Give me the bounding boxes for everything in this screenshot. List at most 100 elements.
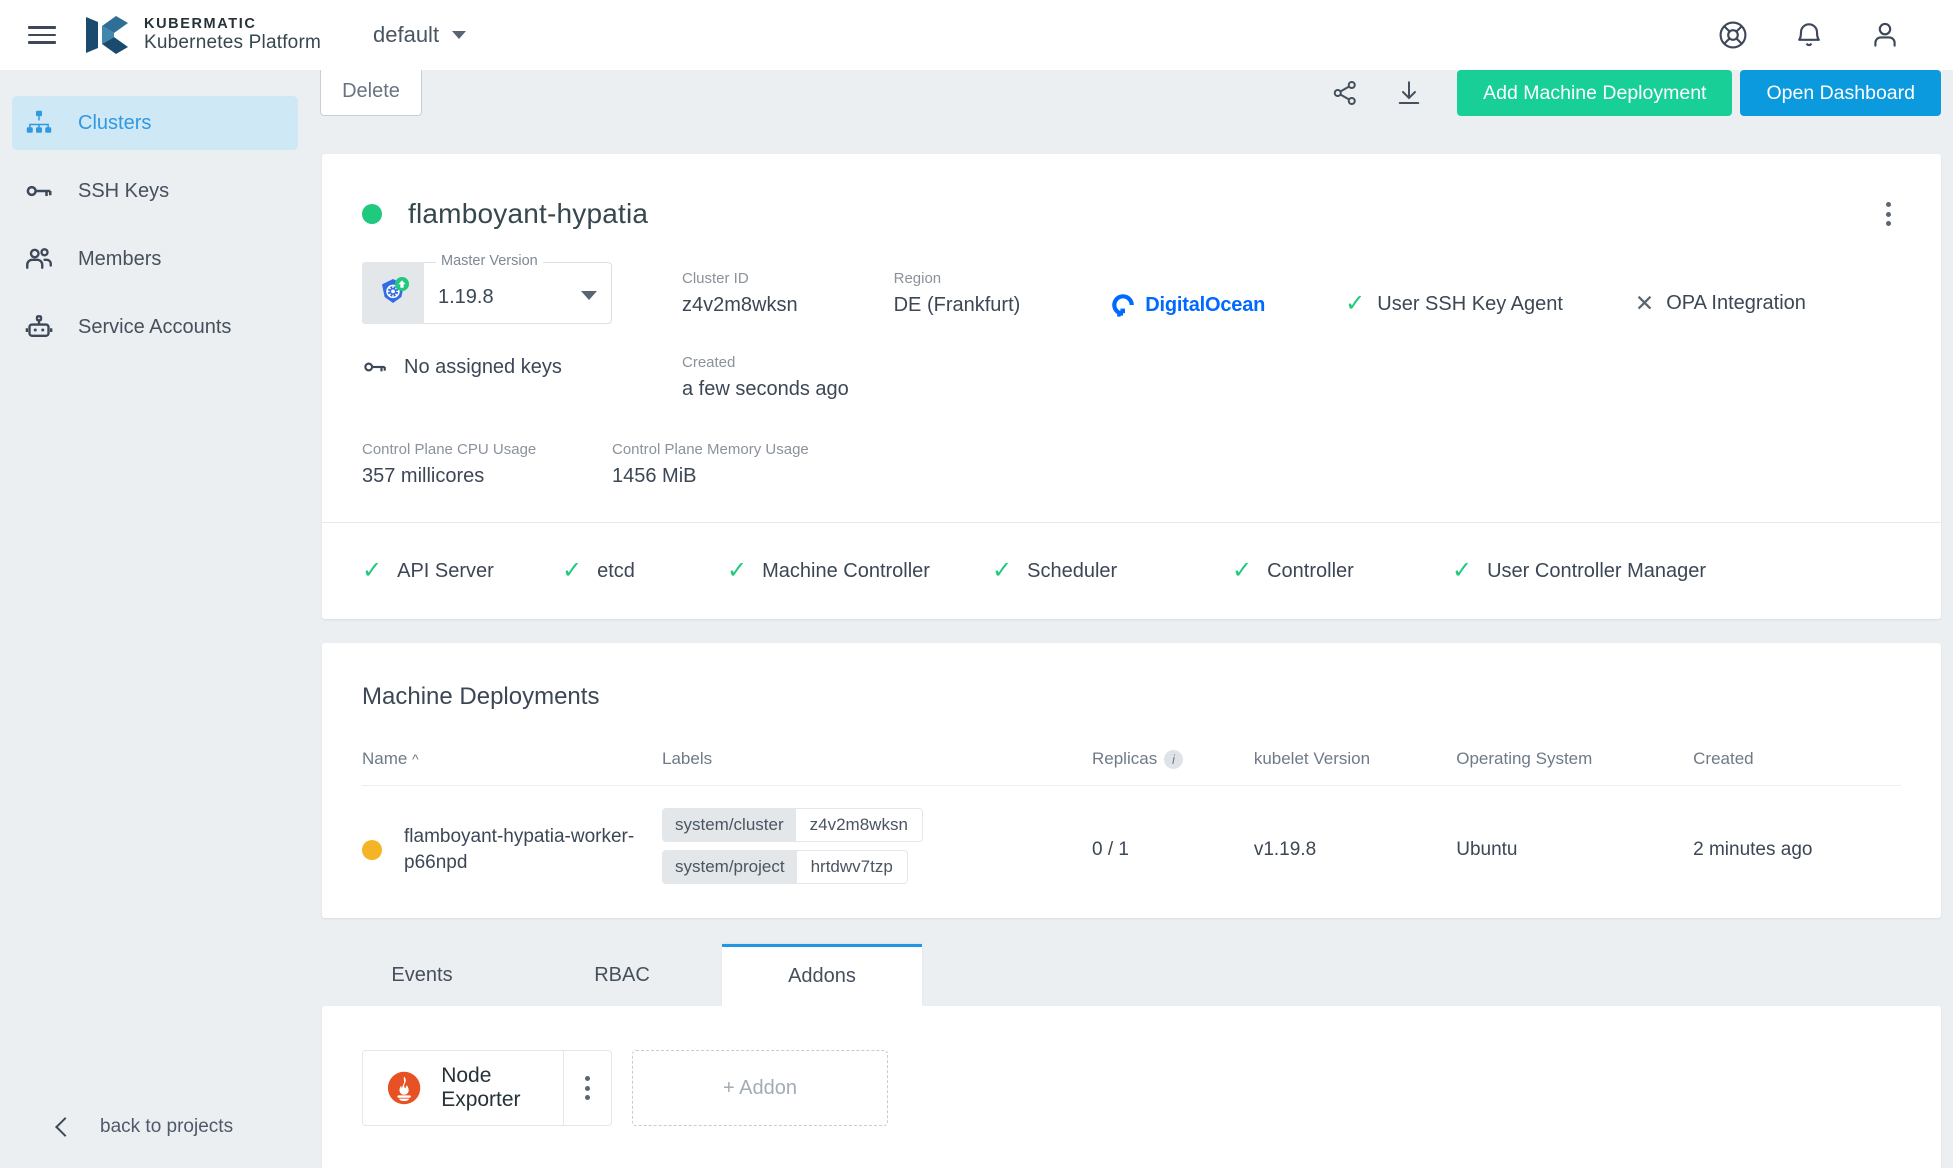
sidebar-item-clusters[interactable]: Clusters: [12, 96, 298, 150]
created-value: a few seconds ago: [682, 378, 849, 400]
addon-name: Node Exporter: [441, 1064, 521, 1112]
health-scheduler: ✓ Scheduler: [992, 559, 1232, 583]
chevron-down-icon: [452, 31, 467, 39]
region-label: Region: [893, 270, 942, 287]
column-header-created[interactable]: Created: [1693, 749, 1901, 787]
ssh-key-agent-label: User SSH Key Agent: [1377, 292, 1563, 315]
back-to-projects-button[interactable]: back to projects: [0, 1116, 310, 1138]
main-content: Delete Add Machine Deployment Open Dashb…: [310, 56, 1953, 1168]
check-icon: ✓: [1345, 290, 1366, 317]
assigned-keys: No assigned keys: [362, 354, 612, 380]
share-icon[interactable]: [1313, 70, 1377, 116]
hamburger-icon[interactable]: [22, 15, 62, 55]
download-icon[interactable]: [1377, 70, 1441, 116]
sidebar-item-service-accounts[interactable]: Service Accounts: [12, 300, 298, 354]
info-icon[interactable]: i: [1163, 750, 1183, 770]
machine-deployments-table: Name ^ Labels Replicas i kubelet Version…: [362, 749, 1901, 918]
chevron-left-icon: [55, 1117, 75, 1137]
machine-deployment-name: flamboyant-hypatia-worker-p66npd: [404, 825, 635, 874]
project-selector-value: default: [373, 22, 440, 47]
digitalocean-icon: [1112, 294, 1135, 317]
check-icon: ✓: [992, 557, 1013, 584]
sidebar-item-ssh-keys[interactable]: SSH Keys: [12, 164, 298, 218]
brand-subtitle: Kubernetes Platform: [144, 31, 321, 53]
sort-ascending-icon: ^: [412, 751, 419, 767]
health-etcd: ✓ etcd: [562, 559, 727, 583]
tab-bar: Events RBAC Addons: [322, 944, 1941, 1007]
cluster-more-menu-icon[interactable]: [1876, 192, 1901, 236]
health-user-controller-manager: ✓ User Controller Manager: [1452, 559, 1706, 583]
machine-deployments-card: Machine Deployments Name ^ Labels Replic…: [322, 643, 1941, 919]
close-icon: ✕: [1634, 290, 1655, 316]
health-controller: ✓ Controller: [1232, 559, 1452, 583]
members-icon: [24, 244, 54, 274]
control-plane-memory-field: Control Plane Memory Usage 1456 MiB: [612, 441, 809, 488]
sidebar-item-label: Clusters: [78, 111, 152, 134]
master-version-label: Master Version: [436, 253, 543, 269]
sidebar-item-label: Service Accounts: [78, 315, 232, 338]
cluster-id-value: z4v2m8wksn: [682, 294, 798, 316]
column-header-replicas[interactable]: Replicas i: [1092, 749, 1254, 787]
open-dashboard-button[interactable]: Open Dashboard: [1740, 70, 1941, 116]
ssh-key-agent-status: ✓ User SSH Key Agent: [1345, 292, 1563, 316]
health-label: Machine Controller: [762, 559, 930, 582]
tab-addons[interactable]: Addons: [722, 944, 922, 1007]
project-selector[interactable]: default: [373, 22, 467, 48]
notifications-icon[interactable]: [1793, 19, 1825, 51]
kubermatic-logo-icon: [86, 16, 128, 54]
sidebar-item-label: SSH Keys: [78, 179, 170, 202]
help-icon[interactable]: [1717, 19, 1749, 51]
cluster-toolbar: Delete Add Machine Deployment Open Dashb…: [310, 56, 1953, 132]
check-icon: ✓: [1232, 557, 1253, 584]
brand-title: KUBERMATIC: [144, 16, 257, 33]
cell-labels: system/cluster z4v2m8wksn system/project…: [662, 786, 1092, 919]
opa-integration-label: OPA Integration: [1666, 292, 1806, 314]
check-icon: ✓: [1452, 557, 1473, 584]
sidebar-item-label: Members: [78, 247, 162, 270]
control-plane-memory-value: 1456 MiB: [612, 465, 697, 487]
cell-created: 2 minutes ago: [1693, 839, 1813, 861]
control-plane-cpu-label: Control Plane CPU Usage: [362, 441, 537, 458]
table-row[interactable]: flamboyant-hypatia-worker-p66npd system/…: [362, 786, 1901, 919]
cluster-status-dot: [362, 204, 382, 224]
prometheus-icon: [387, 1071, 421, 1105]
cell-kubelet-version: v1.19.8: [1253, 839, 1317, 861]
sidebar-item-members[interactable]: Members: [12, 232, 298, 286]
add-addon-button[interactable]: + Addon: [632, 1050, 888, 1127]
assigned-keys-label: No assigned keys: [404, 355, 562, 378]
top-bar: KUBERMATIC Kubernetes Platform default: [0, 0, 1953, 70]
created-label: Created: [682, 354, 736, 371]
column-header-operating-system[interactable]: Operating System: [1456, 749, 1694, 787]
column-header-labels[interactable]: Labels: [662, 749, 1092, 787]
health-label: Controller: [1267, 559, 1354, 582]
region-field: Region DE (Frankfurt): [894, 270, 1021, 317]
master-version-value: 1.19.8: [438, 285, 494, 308]
provider-digitalocean: DigitalOcean: [1110, 292, 1265, 318]
cell-replicas: 0 / 1: [1092, 839, 1129, 861]
key-icon: [364, 362, 386, 372]
robot-icon: [24, 312, 54, 342]
addon-more-menu-icon[interactable]: [563, 1051, 611, 1126]
cluster-name: flamboyant-hypatia: [408, 198, 649, 229]
master-version-select[interactable]: Master Version 1.19.8: [362, 253, 612, 324]
tab-events[interactable]: Events: [322, 944, 522, 1006]
cell-operating-system: Ubuntu: [1456, 839, 1518, 861]
control-plane-memory-label: Control Plane Memory Usage: [612, 441, 809, 458]
machine-deployments-title: Machine Deployments: [362, 683, 600, 710]
add-machine-deployment-button[interactable]: Add Machine Deployment: [1457, 70, 1733, 116]
column-header-name[interactable]: Name ^: [362, 749, 662, 787]
health-label: User Controller Manager: [1487, 559, 1707, 582]
cell-name: flamboyant-hypatia-worker-p66npd: [362, 786, 662, 919]
cluster-id-label: Cluster ID: [682, 270, 749, 287]
column-header-kubelet-version[interactable]: kubelet Version: [1253, 749, 1457, 787]
tab-rbac[interactable]: RBAC: [522, 944, 722, 1006]
health-label: etcd: [597, 559, 635, 582]
key-icon: [24, 176, 54, 206]
account-icon[interactable]: [1869, 19, 1901, 51]
sidebar: Clusters SSH Keys Members Service Accoun…: [0, 70, 310, 1168]
addon-node-exporter[interactable]: Node Exporter: [362, 1050, 612, 1127]
addons-panel: Node Exporter + Addon: [322, 1006, 1941, 1168]
label-chip: system/project hrtdwv7tzp: [662, 850, 908, 885]
control-plane-cpu-value: 357 millicores: [362, 465, 485, 487]
cluster-health-row: ✓ API Server ✓ etcd ✓ Machine Controller…: [322, 522, 1941, 619]
